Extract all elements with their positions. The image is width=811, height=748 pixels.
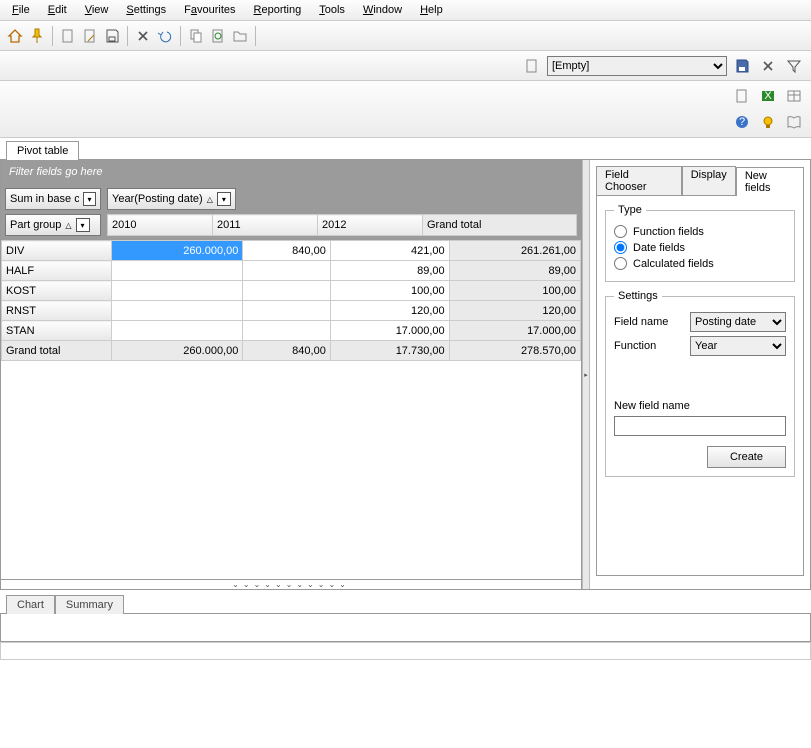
dropdown-icon[interactable] [76, 218, 90, 232]
table-row: STAN17.000,0017.000,00 [2, 321, 581, 341]
view-dropdown[interactable]: [Empty] [547, 56, 727, 76]
menu-settings[interactable]: Settings [118, 2, 174, 18]
svg-text:?: ? [739, 116, 745, 128]
menu-edit[interactable]: Edit [40, 2, 75, 18]
table-icon[interactable] [783, 85, 805, 107]
menu-tools[interactable]: Tools [311, 2, 353, 18]
pivot-grid[interactable]: DIV260.000,00840,00421,00261.261,00 HALF… [1, 240, 581, 361]
menubar: File Edit View Settings Favourites Repor… [0, 0, 811, 21]
pivot-area: Filter fields go here Sum in base cu Yea… [1, 160, 582, 589]
bottom-tabstrip: Chart Summary [0, 594, 811, 614]
main-tabstrip: Pivot table [0, 140, 811, 160]
tab-chart[interactable]: Chart [6, 595, 55, 614]
undo-icon[interactable] [154, 25, 176, 47]
col-header[interactable]: 2010 [108, 215, 213, 236]
tip-icon[interactable] [757, 111, 779, 133]
pin-icon[interactable] [26, 25, 48, 47]
col-header[interactable]: 2012 [318, 215, 423, 236]
collapse-handle[interactable]: ⌄⌄⌄⌄⌄⌄⌄⌄⌄⌄⌄ [1, 579, 581, 589]
settings-legend: Settings [614, 290, 662, 302]
save-view-icon[interactable] [731, 55, 753, 77]
table-row: HALF89,0089,00 [2, 261, 581, 281]
type-fieldset: Type Function fields Date fields Calcula… [605, 204, 795, 282]
aux-toolbar: X ? [0, 81, 811, 138]
delete-view-icon[interactable] [757, 55, 779, 77]
data-field-button[interactable]: Sum in base cu [5, 188, 101, 210]
book-icon[interactable] [783, 111, 805, 133]
tab-new-fields[interactable]: New fields [736, 167, 804, 196]
doc2-icon[interactable] [731, 85, 753, 107]
menu-view[interactable]: View [77, 2, 117, 18]
tab-summary[interactable]: Summary [55, 595, 124, 614]
col-header[interactable]: 2011 [213, 215, 318, 236]
main-toolbar [0, 21, 811, 51]
svg-text:X: X [764, 90, 772, 102]
side-panel: Field Chooser Display New fields Type Fu… [590, 160, 810, 589]
refresh-icon[interactable] [207, 25, 229, 47]
help-icon[interactable]: ? [731, 111, 753, 133]
field-name-select[interactable]: Posting date [690, 312, 786, 332]
radio-date-fields[interactable]: Date fields [614, 241, 786, 254]
edit-icon[interactable] [79, 25, 101, 47]
delete-icon[interactable] [132, 25, 154, 47]
home-icon[interactable] [4, 25, 26, 47]
filter-icon[interactable] [783, 55, 805, 77]
settings-fieldset: Settings Field name Posting date Function… [605, 290, 795, 477]
bottom-pane [0, 614, 811, 642]
status-bar [0, 642, 811, 660]
splitter[interactable] [582, 160, 590, 589]
sort-asc-icon: △ [207, 195, 213, 204]
col-header-grand-total[interactable]: Grand total [423, 215, 577, 236]
menu-help[interactable]: Help [412, 2, 451, 18]
copy-icon[interactable] [185, 25, 207, 47]
filter-drop-area[interactable]: Filter fields go here [1, 160, 581, 184]
function-select[interactable]: Year [690, 336, 786, 356]
new-field-name-input[interactable] [614, 416, 786, 436]
side-tabs: Field Chooser Display New fields [596, 166, 804, 196]
row-field-button[interactable]: Part group△ [5, 214, 101, 236]
menu-favourites[interactable]: Favourites [176, 2, 243, 18]
view-selector-bar: [Empty] [0, 51, 811, 81]
grand-total-row: Grand total260.000,00840,0017.730,00278.… [2, 341, 581, 361]
save-icon[interactable] [101, 25, 123, 47]
table-row: RNST120,00120,00 [2, 301, 581, 321]
sort-asc-icon: △ [65, 221, 71, 230]
create-button[interactable]: Create [707, 446, 786, 468]
folder-icon[interactable] [229, 25, 251, 47]
radio-calculated-fields[interactable]: Calculated fields [614, 257, 786, 270]
menu-file[interactable]: File [4, 2, 38, 18]
table-row: DIV260.000,00840,00421,00261.261,00 [2, 241, 581, 261]
new-icon[interactable] [57, 25, 79, 47]
tab-display[interactable]: Display [682, 166, 736, 195]
side-body: Type Function fields Date fields Calcula… [596, 196, 804, 576]
type-legend: Type [614, 204, 646, 216]
dropdown-icon[interactable] [217, 192, 231, 206]
menu-window[interactable]: Window [355, 2, 410, 18]
excel-icon[interactable]: X [757, 85, 779, 107]
doc-icon[interactable] [521, 55, 543, 77]
radio-function-fields[interactable]: Function fields [614, 225, 786, 238]
dropdown-icon[interactable] [83, 192, 96, 206]
table-row: KOST100,00100,00 [2, 281, 581, 301]
tab-pivot-table[interactable]: Pivot table [6, 141, 79, 160]
field-name-label: Field name [614, 316, 684, 328]
pivot-field-headers: Sum in base cu Year(Posting date)△ [1, 184, 581, 214]
main-area: Filter fields go here Sum in base cu Yea… [0, 160, 811, 590]
function-label: Function [614, 340, 684, 352]
pivot-col-headers: 2010 2011 2012 Grand total [107, 214, 577, 236]
menu-reporting[interactable]: Reporting [246, 2, 310, 18]
pivot-row-field-header: Part group△ 2010 2011 2012 Grand total [1, 214, 581, 240]
tab-field-chooser[interactable]: Field Chooser [596, 166, 682, 195]
column-field-button[interactable]: Year(Posting date)△ [107, 188, 236, 210]
new-field-name-label: New field name [614, 400, 786, 412]
